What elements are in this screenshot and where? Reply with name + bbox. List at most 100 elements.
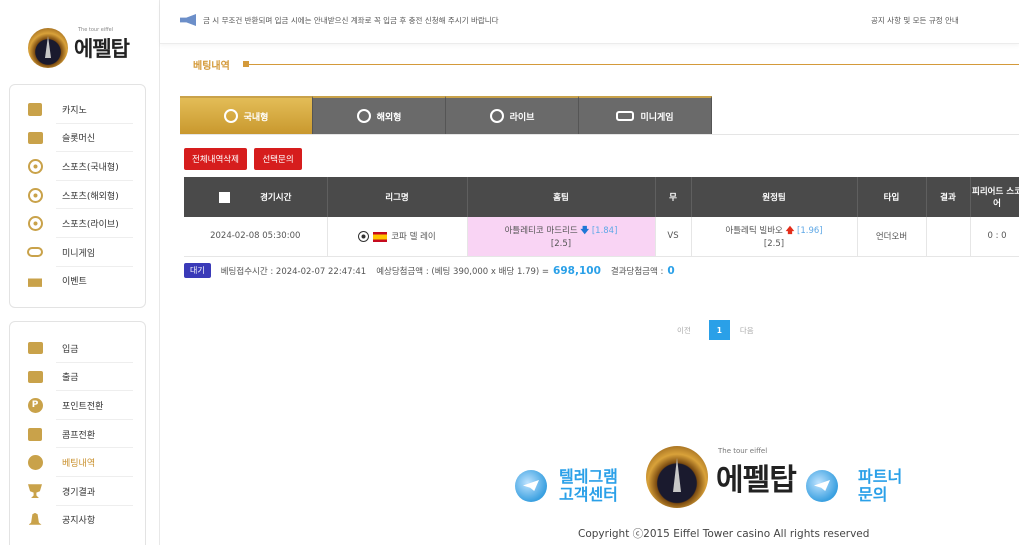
tab-domestic[interactable]: 국내형 — [180, 96, 313, 134]
tab-minigame[interactable]: 미니게임 — [579, 96, 712, 134]
notice-ticker: 금 시 무조건 반환되며 입금 시에는 안내받으신 계좌로 꼭 입금 후 충전 … — [203, 16, 499, 25]
away-handicap: [2.5] — [763, 238, 785, 249]
sidebar-item-deposit[interactable]: 입금 — [10, 334, 145, 363]
sidebar-item-sports-overseas[interactable]: 스포츠(해외형) — [10, 181, 145, 210]
cell-home[interactable]: 아틀레티코 마드리드 🡇 [1.84] [2.5] — [467, 217, 656, 257]
sidebar-menu-account: 입금 출금 P 포인트전환 콤프전환 베팅내역 경기결과 공지사항 — [9, 321, 146, 545]
sidebar: The tour eiffel 에펠탑 카지노 슬롯머신 스포츠(국내형) 스포… — [0, 0, 160, 545]
home-odds: [1.84] — [591, 225, 618, 236]
expected-amount: 698,100 — [553, 264, 601, 277]
cell-league: 코파 델 레이 — [327, 217, 468, 257]
page-title: 베팅내역 — [193, 61, 230, 72]
soccer-ball-icon — [26, 158, 44, 174]
trophy-icon — [26, 484, 44, 499]
megaphone-icon — [180, 14, 196, 26]
bet-summary: 대기 베팅접수시간 : 2024-02-07 22:47:41 예상당첨금액 :… — [184, 263, 675, 278]
cards-icon — [26, 102, 44, 116]
received-time: 베팅접수시간 : 2024-02-07 22:47:41 — [220, 266, 367, 277]
top-notice-bar: 금 시 무조건 반환되며 입금 시에는 안내받으신 계좌로 꼭 입금 후 충전 … — [160, 0, 1019, 44]
eiffel-emblem-icon — [28, 28, 68, 68]
sidebar-item-sports-domestic[interactable]: 스포츠(국내형) — [10, 152, 145, 181]
delete-all-button[interactable]: 전체내역삭제 — [184, 148, 247, 170]
sidebar-item-notice[interactable]: 공지사항 — [10, 506, 145, 535]
withdraw-icon — [26, 370, 44, 384]
table-header-row: 경기시간 리그명 홈팀 무 원정팀 타입 결과 피리어드 스코어 — [184, 177, 1019, 217]
deposit-icon — [26, 341, 44, 355]
home-team-name: 아틀레티코 마드리드 — [504, 225, 578, 236]
sidebar-item-match-results[interactable]: 경기결과 — [10, 477, 145, 506]
select-all-checkbox[interactable] — [219, 192, 231, 203]
inquire-selected-button[interactable]: 선택문의 — [254, 148, 302, 170]
next-page-link[interactable]: 다음 — [740, 325, 754, 336]
spain-flag-icon — [373, 231, 388, 242]
soccer-ball-icon — [358, 231, 370, 243]
sidebar-item-betting-history[interactable]: 베팅내역 — [10, 448, 145, 477]
tab-live[interactable]: 라이브 — [446, 96, 579, 134]
partner-inquiry-link[interactable]: 파트너 문의 — [806, 468, 902, 504]
eiffel-emblem-icon — [646, 446, 708, 508]
title-divider-dot — [243, 61, 249, 67]
sidebar-item-casino[interactable]: 카지노 — [10, 95, 145, 124]
tabs-divider — [180, 134, 1019, 135]
cell-draw: VS — [655, 217, 692, 257]
table-row[interactable]: 2024-02-08 05:30:00 코파 델 레이 아틀레티코 마드리드 🡇… — [184, 217, 1019, 257]
result-amount: 0 — [667, 264, 675, 277]
bet-type-tabs: 국내형 해외형 라이브 미니게임 — [180, 96, 712, 134]
soccer-ball-icon — [223, 109, 238, 123]
telegram-icon — [806, 470, 838, 502]
away-odds: [1.96] — [797, 225, 823, 236]
sidebar-item-withdraw[interactable]: 출금 — [10, 363, 145, 392]
soccer-ball-icon — [489, 109, 504, 123]
expected-label: 예상당첨금액 : (베팅 390,000 x 배당 1.79) = — [376, 266, 550, 277]
sidebar-item-sports-live[interactable]: 스포츠(라이브) — [10, 209, 145, 238]
cell-away[interactable]: 아틀레틱 빌바오 🡅 [1.96] [2.5] — [691, 217, 858, 257]
point-icon: P — [26, 397, 44, 413]
site-logo[interactable]: The tour eiffel 에펠탑 — [28, 27, 130, 68]
header-time: 경기시간 — [184, 177, 328, 217]
sidebar-item-comp-convert[interactable]: 콤프전환 — [10, 420, 145, 449]
sidebar-menu-games: 카지노 슬롯머신 스포츠(국내형) 스포츠(해외형) 스포츠(라이브) 미니게임… — [9, 84, 146, 308]
telegram-support-link[interactable]: 텔레그램 고객센터 — [515, 468, 618, 504]
header-away: 원정팀 — [691, 177, 858, 217]
page-number-current[interactable]: 1 — [708, 320, 730, 340]
prev-page-link[interactable]: 이전 — [677, 325, 691, 336]
arrow-up-icon: 🡅 — [785, 225, 795, 236]
sidebar-item-event[interactable]: 이벤트 — [10, 267, 145, 296]
header-score: 피리어드 스코어 — [970, 177, 1019, 217]
comp-icon — [26, 427, 44, 441]
soccer-ball-icon — [356, 109, 371, 123]
soccer-ball-icon — [26, 216, 44, 232]
cell-time: 2024-02-08 05:30:00 — [184, 217, 328, 257]
header-draw: 무 — [655, 177, 692, 217]
away-team-name: 아틀레틱 빌바오 — [725, 225, 783, 236]
copyright: Copyright ⓒ2015 Eiffel Tower casino All … — [578, 528, 870, 540]
slot-icon — [26, 131, 44, 145]
tab-overseas[interactable]: 해외형 — [313, 96, 446, 134]
gamepad-icon — [26, 245, 44, 259]
header-home: 홈팀 — [467, 177, 656, 217]
soccer-ball-icon — [26, 187, 44, 203]
logo-text: 에펠탑 — [74, 37, 130, 61]
sidebar-item-slot[interactable]: 슬롯머신 — [10, 124, 145, 153]
betting-history-icon — [26, 455, 44, 471]
status-badge: 대기 — [184, 263, 211, 278]
betting-table: 경기시간 리그명 홈팀 무 원정팀 타입 결과 피리어드 스코어 2024-02… — [184, 177, 1019, 257]
pagination: 이전 1 다음 — [677, 320, 754, 340]
title-divider — [243, 64, 1019, 65]
cell-result — [926, 217, 971, 257]
sidebar-item-point-convert[interactable]: P 포인트전환 — [10, 391, 145, 420]
footer-logo: The tour eiffel 에펠탑 — [646, 446, 797, 508]
home-handicap: [2.5] — [550, 238, 572, 249]
rules-link[interactable]: 공지 사항 및 모든 규정 안내 — [871, 15, 959, 26]
result-label: 결과당첨금액 : — [610, 266, 664, 277]
cell-score: 0 : 0 — [970, 217, 1019, 257]
bell-icon — [26, 512, 44, 527]
telegram-icon — [515, 470, 547, 502]
cell-type: 언더오버 — [857, 217, 927, 257]
gamepad-icon — [616, 111, 635, 121]
sidebar-item-minigame[interactable]: 미니게임 — [10, 238, 145, 267]
header-result: 결과 — [926, 177, 971, 217]
gift-icon — [26, 274, 44, 288]
arrow-down-icon: 🡇 — [580, 225, 590, 236]
header-type: 타입 — [857, 177, 927, 217]
